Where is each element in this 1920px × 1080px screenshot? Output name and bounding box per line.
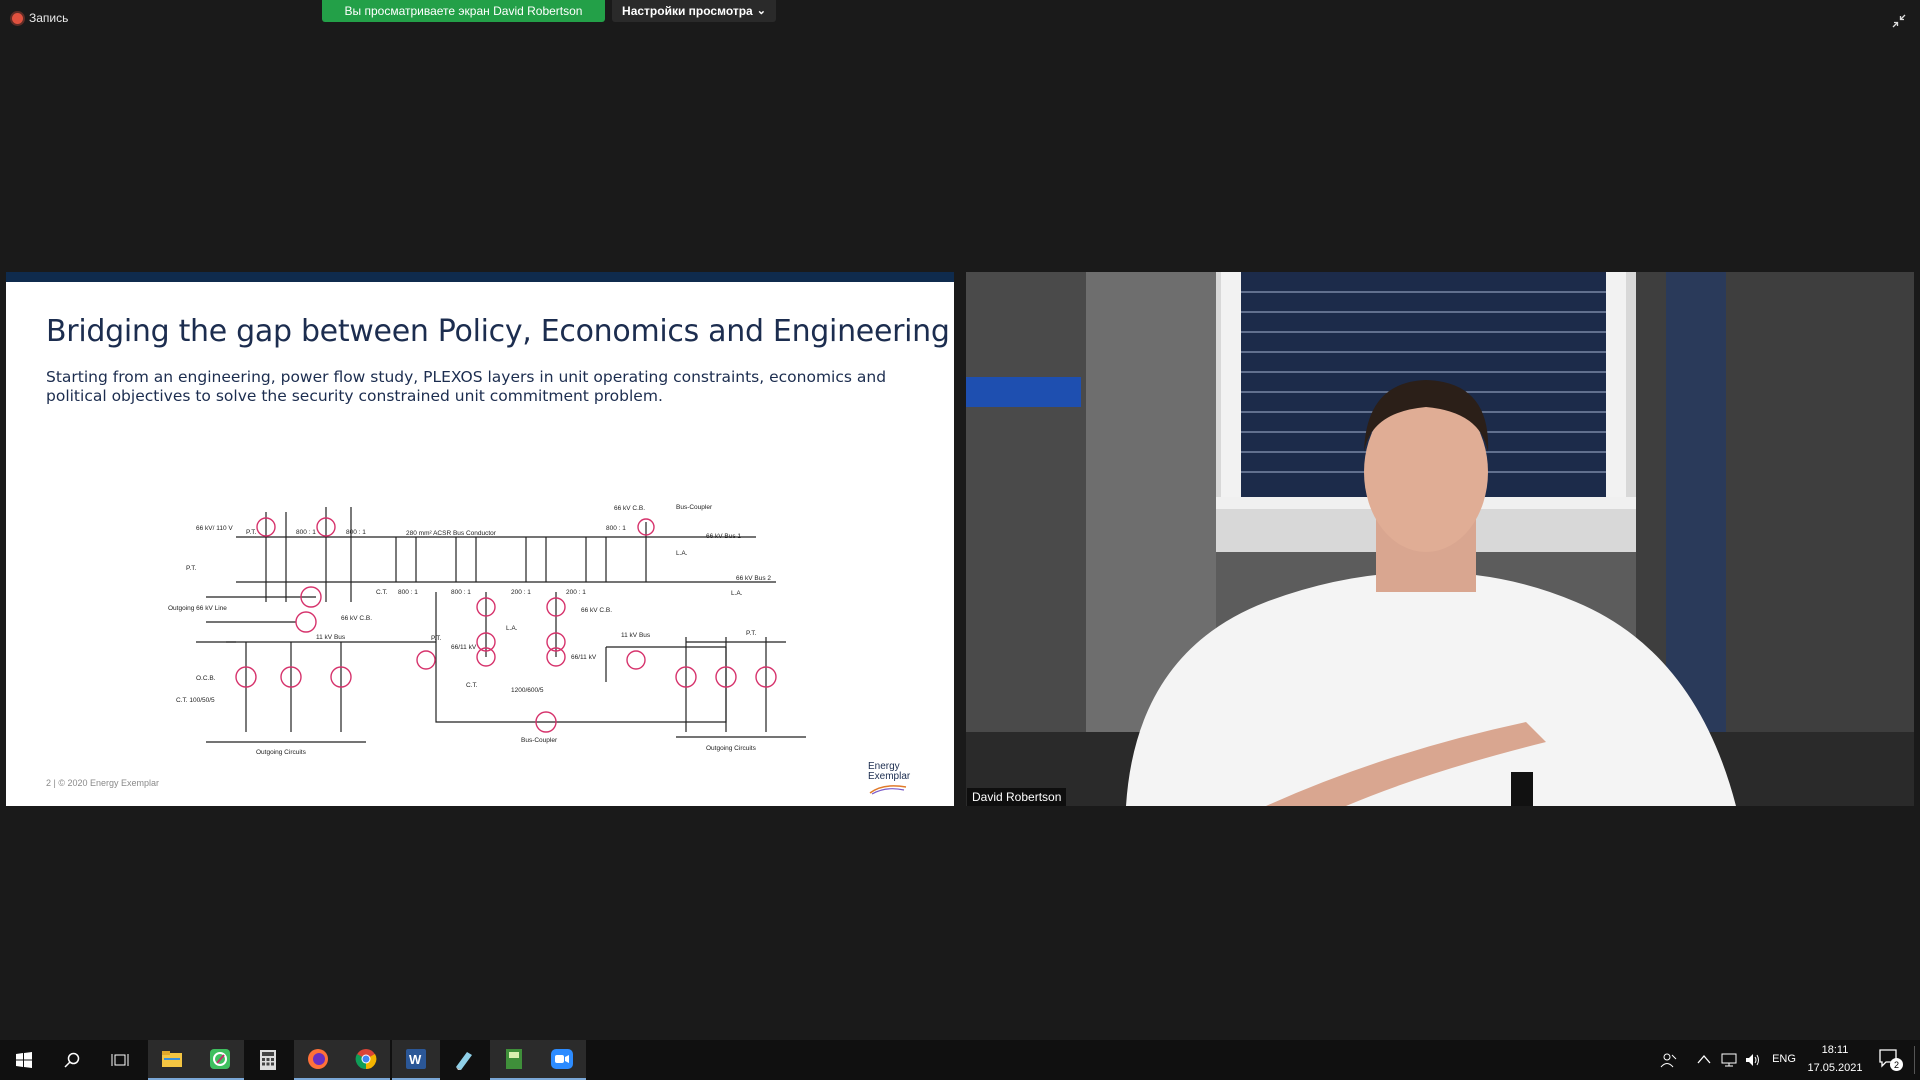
diagram-label: 66 kV C.B.	[614, 505, 645, 512]
diagram-label: P.T.	[186, 565, 197, 572]
search-icon	[64, 1052, 80, 1068]
svg-text:W: W	[409, 1052, 422, 1067]
diagram-label: 800 : 1	[606, 525, 626, 532]
windows-taskbar: W ENG 18:11 17.05.2021 2	[0, 1040, 1920, 1080]
zoom-button[interactable]	[538, 1040, 586, 1080]
participant-video[interactable]	[966, 272, 1914, 806]
task-view-button[interactable]	[96, 1040, 144, 1080]
word-button[interactable]: W	[392, 1040, 440, 1080]
chevron-up-icon[interactable]	[1697, 1054, 1711, 1064]
diagram-label: Outgoing 66 kV Line	[168, 605, 227, 612]
exit-fullscreen-icon[interactable]	[1892, 14, 1906, 28]
recording-indicator[interactable]: Запись	[12, 11, 68, 25]
diagram-label: 800 : 1	[398, 589, 418, 596]
diagram-label: 66 kV/ 110 V	[196, 525, 233, 532]
notification-count-badge: 2	[1890, 1058, 1903, 1071]
diagram-label: 280 mm² ACSR Bus Conductor	[406, 530, 497, 537]
diagram-label: 11 kV Bus	[621, 632, 651, 639]
diagram-label: 66 kV Bus 1	[706, 533, 741, 540]
diagram-label: 66 kV Bus 2	[736, 575, 771, 582]
participant-name-tag: David Robertson	[967, 788, 1067, 806]
diagram-label: P.T.	[246, 529, 257, 536]
search-button[interactable]	[48, 1040, 96, 1080]
view-options-label: Настройки просмотра	[622, 4, 753, 18]
clock-time[interactable]: 18:11	[1800, 1044, 1870, 1056]
recording-dot-icon	[12, 12, 23, 24]
diagram-label: 66 kV C.B.	[341, 615, 372, 622]
diagram-label: O.C.B.	[196, 675, 216, 682]
diagram-label: 66 kV C.B.	[581, 607, 612, 614]
calculator-button[interactable]	[244, 1040, 292, 1080]
slide-title: Bridging the gap between Policy, Economi…	[46, 314, 950, 349]
app-notes-icon	[456, 1052, 472, 1070]
energy-exemplar-logo: Energy Exemplar	[868, 762, 938, 802]
diagram-label: C.T.	[376, 589, 388, 596]
file-explorer-button[interactable]	[148, 1040, 196, 1080]
diagram-label: C.T.	[466, 682, 478, 689]
task-view-icon	[111, 1054, 129, 1066]
chrome-icon	[355, 1049, 377, 1070]
shared-screen-slide: Bridging the gap between Policy, Economi…	[6, 272, 954, 806]
language-indicator[interactable]: ENG	[1769, 1053, 1799, 1065]
slide-footer: 2 | © 2020 Energy Exemplar	[46, 778, 160, 788]
network-icon[interactable]	[1720, 1052, 1738, 1068]
diagram-label: 200 : 1	[566, 589, 586, 596]
app-book-icon	[506, 1049, 522, 1069]
zoom-icon	[551, 1049, 573, 1069]
diagram-label: 1200/600/5	[511, 687, 544, 694]
diagram-label: Outgoing Circuits	[256, 749, 307, 756]
diagram-label: 11 kV Bus	[316, 634, 346, 641]
diagram-label: 800 : 1	[346, 529, 366, 536]
app-green-icon	[210, 1049, 230, 1069]
diagram-label: Outgoing Circuits	[706, 745, 757, 752]
diagram-label: Bus-Coupler	[521, 737, 558, 744]
diagram-label: L.A.	[506, 625, 518, 632]
word-icon: W	[406, 1049, 426, 1069]
chrome-button[interactable]	[342, 1040, 390, 1080]
diagram-label: C.T. 100/50/5	[176, 697, 215, 704]
clock-date[interactable]: 17.05.2021	[1800, 1062, 1870, 1074]
firefox-icon	[308, 1049, 328, 1069]
diagram-label: P.T.	[431, 635, 442, 642]
start-icon	[16, 1052, 32, 1068]
diagram-label: 66/11 kV	[451, 644, 477, 651]
notifications-button[interactable]: 2	[1878, 1048, 1903, 1072]
diagram-label: 800 : 1	[451, 589, 471, 596]
calculator-icon	[260, 1050, 276, 1070]
slide-header-bar	[6, 272, 954, 282]
diagram-label: L.A.	[731, 590, 743, 597]
app-green-button[interactable]	[196, 1040, 244, 1080]
file-explorer-icon	[162, 1051, 182, 1067]
people-icon[interactable]	[1660, 1052, 1678, 1068]
diagram-label: 800 : 1	[296, 529, 316, 536]
slide-body-text: Starting from an engineering, power flow…	[46, 368, 887, 405]
logo-swoosh-icon	[869, 785, 907, 795]
diagram-label: Bus-Coupler	[676, 504, 713, 511]
single-line-diagram: 66 kV C.B. Bus-Coupler 800 : 1 66 kV Bus…	[168, 504, 806, 756]
volume-icon[interactable]	[1744, 1052, 1762, 1068]
show-desktop-button[interactable]	[1914, 1046, 1915, 1074]
app-book-button[interactable]	[490, 1040, 538, 1080]
diagram-label: 200 : 1	[511, 589, 531, 596]
chevron-down-icon: ⌄	[756, 5, 766, 17]
firefox-button[interactable]	[294, 1040, 342, 1080]
video-frame-illustration	[966, 272, 1914, 806]
recording-label: Запись	[29, 11, 69, 25]
screen-sharing-banner: Вы просматриваете экран David Robertson	[322, 0, 605, 22]
diagram-label: 66/11 kV	[571, 654, 597, 661]
app-notes-button[interactable]	[440, 1040, 488, 1080]
diagram-label: L.A.	[676, 550, 688, 557]
start-button[interactable]	[0, 1040, 48, 1080]
view-options-button[interactable]: Настройки просмотра ⌄	[612, 0, 776, 22]
diagram-label: P.T.	[746, 630, 757, 637]
